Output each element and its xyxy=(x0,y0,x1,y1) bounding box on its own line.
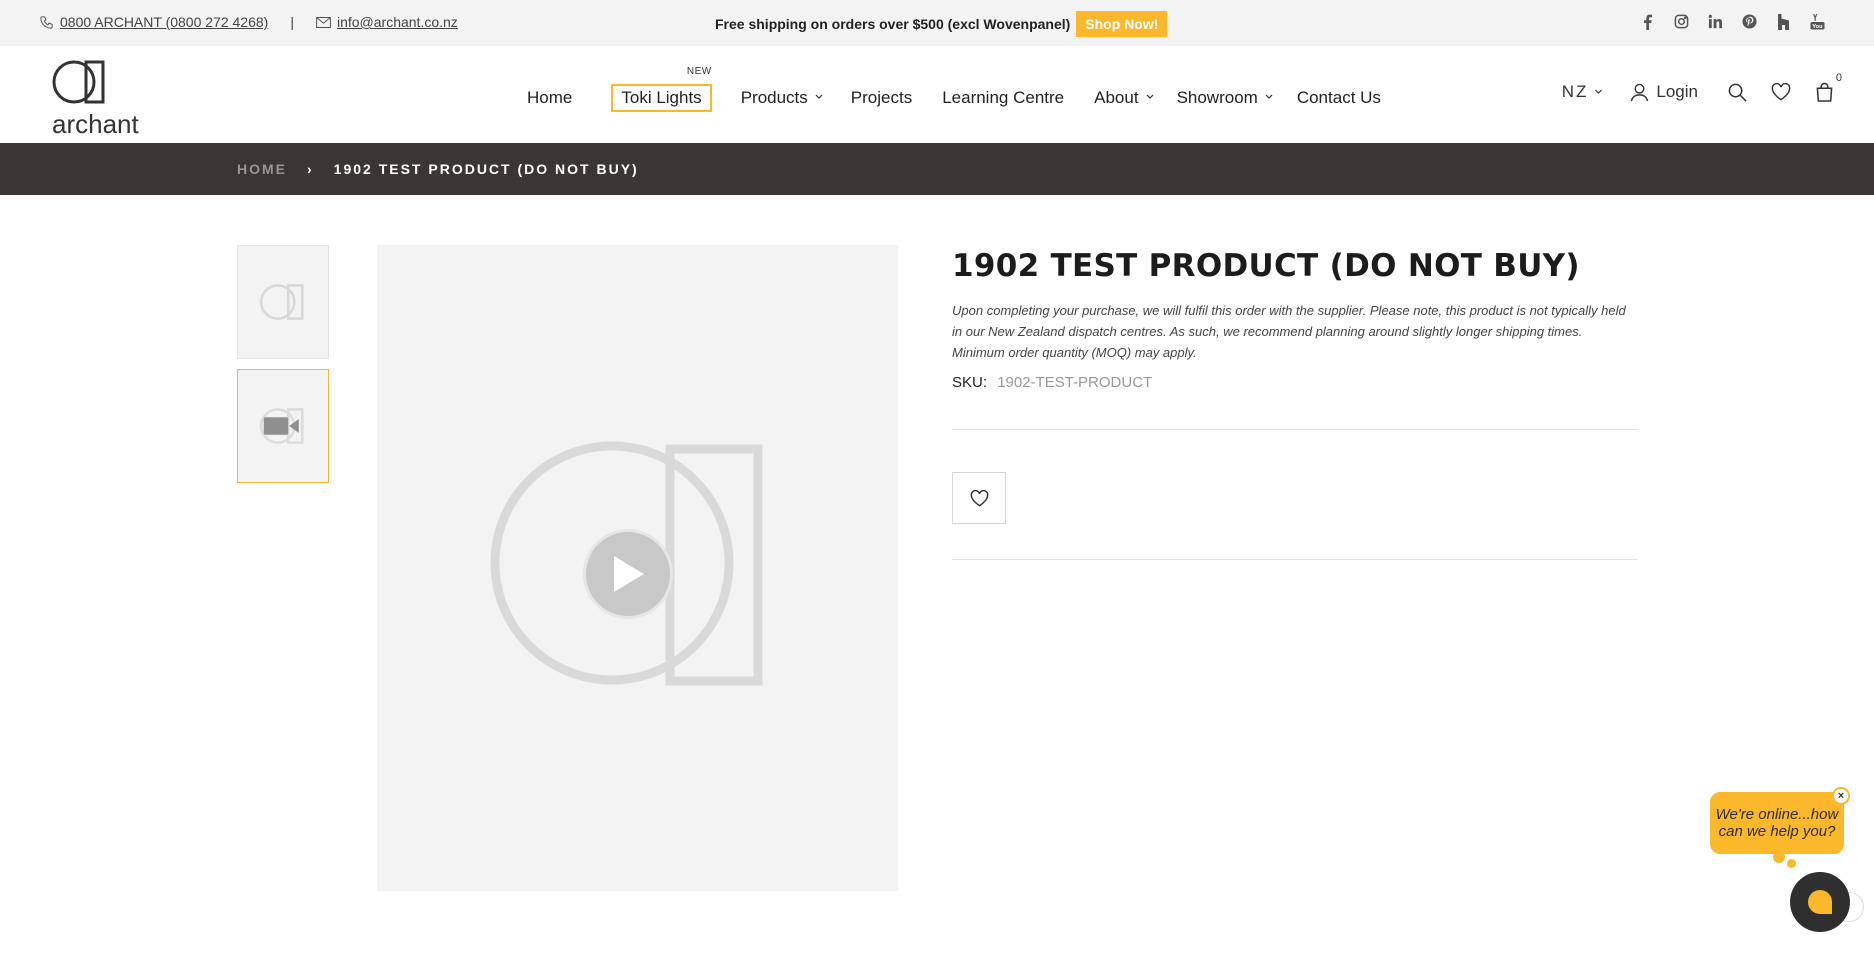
nav-products-label: Products xyxy=(740,88,808,107)
chat-prompt[interactable]: We're online...how can we help you? xyxy=(1710,792,1844,854)
wishlist-heart-icon[interactable] xyxy=(1771,83,1791,101)
chat-close-button[interactable]: × xyxy=(1832,787,1850,805)
header-actions: NZ Login 0 xyxy=(1562,72,1842,102)
nav-toki-lights-label: Toki Lights xyxy=(621,88,702,107)
chevron-down-icon xyxy=(815,94,823,99)
breadcrumb-chevron-icon: › xyxy=(307,161,314,177)
linkedin-icon[interactable] xyxy=(1707,13,1724,30)
archant-logo[interactable]: archant xyxy=(52,58,152,139)
logo-text: archant xyxy=(52,109,139,139)
sku-row: SKU: 1902-TEST-PRODUCT xyxy=(952,374,1638,391)
search-icon[interactable] xyxy=(1728,83,1747,102)
nav-showroom-label: Showroom xyxy=(1176,88,1258,107)
chat-bubble-dot xyxy=(1787,859,1796,868)
heart-icon xyxy=(970,489,988,507)
divider xyxy=(952,429,1638,430)
breadcrumb-home[interactable]: HOME xyxy=(237,161,287,177)
nav-contact-us[interactable]: Contact Us xyxy=(1297,88,1381,108)
nav-home-label: Home xyxy=(527,88,573,107)
nav-contact-us-label: Contact Us xyxy=(1296,88,1381,107)
chat-bubble-dot xyxy=(1773,851,1785,863)
region-label: NZ xyxy=(1561,82,1589,101)
gallery-thumbnail[interactable] xyxy=(237,245,329,359)
mail-icon xyxy=(316,16,331,28)
product-info: 1902 TEST PRODUCT (DO NOT BUY) Upon comp… xyxy=(952,245,1638,391)
nav-learning-centre-label: Learning Centre xyxy=(942,88,1065,107)
breadcrumb: HOME › 1902 TEST PRODUCT (DO NOT BUY) xyxy=(0,143,1874,195)
divider xyxy=(952,559,1638,560)
facebook-icon[interactable] xyxy=(1639,13,1656,30)
region-selector[interactable]: NZ xyxy=(1562,82,1604,102)
phone-link[interactable]: 0800 ARCHANT (0800 272 4268) xyxy=(60,14,268,30)
instagram-icon[interactable] xyxy=(1673,13,1690,30)
cart-button[interactable]: 0 xyxy=(1815,72,1842,102)
promo-banner: Free shipping on orders over $500 (excl … xyxy=(715,11,1168,37)
video-thumbnail[interactable] xyxy=(237,369,329,483)
site-header: archant Home Toki Lights NEW Products Pr… xyxy=(0,46,1874,143)
pinterest-icon[interactable] xyxy=(1741,13,1758,30)
chevron-down-icon xyxy=(1146,94,1153,99)
youtube-icon[interactable]: You xyxy=(1809,13,1826,30)
video-camera-icon xyxy=(259,408,304,444)
email-link[interactable]: info@archant.co.nz xyxy=(337,14,458,30)
phone-icon xyxy=(40,15,53,29)
play-icon xyxy=(614,556,644,592)
new-badge: NEW xyxy=(686,66,712,77)
social-links: You xyxy=(1639,13,1826,30)
nav-about-label: About xyxy=(1094,88,1139,107)
main-product-image[interactable] xyxy=(377,245,898,891)
cart-count: 0 xyxy=(1835,72,1842,84)
login-link[interactable]: Login xyxy=(1630,82,1698,102)
nav-learning-centre[interactable]: Learning Centre xyxy=(942,88,1064,108)
chat-launcher-button[interactable] xyxy=(1790,872,1850,932)
shop-now-button[interactable]: Shop Now! xyxy=(1076,11,1168,37)
nav-projects-label: Projects xyxy=(850,88,913,107)
play-video-button[interactable] xyxy=(583,529,673,619)
nav-projects[interactable]: Projects xyxy=(851,88,912,108)
login-label: Login xyxy=(1656,82,1698,101)
houzz-icon[interactable] xyxy=(1775,13,1792,30)
nav-about[interactable]: About xyxy=(1094,88,1153,108)
breadcrumb-current: 1902 TEST PRODUCT (DO NOT BUY) xyxy=(333,161,639,177)
promo-text: Free shipping on orders over $500 (excl … xyxy=(715,16,1071,32)
product-description: Upon completing your purchase, we will f… xyxy=(952,303,1626,360)
nav-products[interactable]: Products xyxy=(741,88,823,108)
nav-home[interactable]: Home xyxy=(527,88,572,108)
contact-info: 0800 ARCHANT (0800 272 4268) | info@arch… xyxy=(39,14,458,30)
bag-icon xyxy=(1816,82,1833,102)
user-icon xyxy=(1631,83,1649,101)
contact-separator: | xyxy=(290,14,294,30)
product-title: 1902 TEST PRODUCT (DO NOT BUY) xyxy=(952,248,1580,284)
main-nav: Home Toki Lights NEW Products Projects L… xyxy=(527,66,1381,112)
chevron-down-icon xyxy=(1595,89,1603,94)
chat-icon xyxy=(1808,890,1832,914)
nav-showroom[interactable]: Showroom xyxy=(1177,88,1273,108)
sku-label: SKU: xyxy=(952,374,988,391)
svg-text:You: You xyxy=(1811,24,1823,30)
logo-mark-icon xyxy=(52,60,105,104)
sku-value: 1902-TEST-PRODUCT xyxy=(997,374,1153,391)
nav-toki-lights[interactable]: Toki Lights NEW xyxy=(611,66,712,112)
placeholder-logo-icon xyxy=(259,284,304,320)
add-to-wishlist-button[interactable] xyxy=(952,472,1006,524)
top-bar: 0800 ARCHANT (0800 272 4268) | info@arch… xyxy=(0,0,1874,46)
chevron-down-icon xyxy=(1265,94,1273,99)
